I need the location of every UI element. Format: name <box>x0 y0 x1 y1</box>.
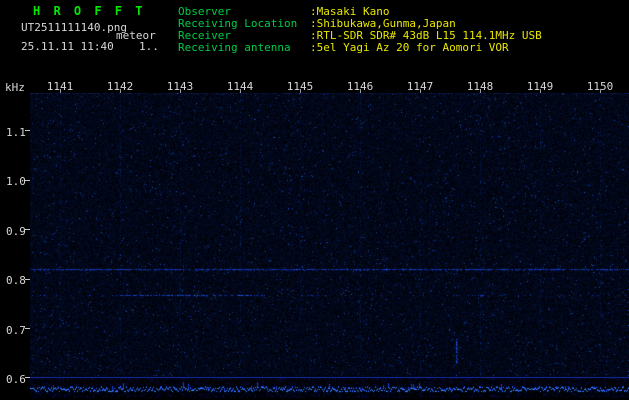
antenna-label: Receiving antenna <box>178 41 291 54</box>
app-title: H R O F F T <box>33 4 146 18</box>
y-tick-label: 1.0 <box>6 175 26 188</box>
antenna-row: Receiving antenna :5el Yagi Az 20 for Aom… <box>178 42 542 54</box>
frame-count: 1.. <box>139 40 159 53</box>
y-tick-label: 0.9 <box>6 225 26 238</box>
y-tick-label: 0.8 <box>6 274 26 287</box>
hrofft-window: H R O F F T UT2511111140.png meteor 25.1… <box>0 0 629 400</box>
y-tick-label: 0.6 <box>6 373 26 386</box>
observer-info-block: Observer:Masaki Kano Receiving Location:… <box>178 6 542 54</box>
observation-datetime: 25.11.11 11:40 <box>21 40 114 53</box>
y-tick-label: 0.7 <box>6 324 26 337</box>
antenna-value: :5el Yagi Az 20 for Aomori VOR <box>310 41 509 54</box>
y-tick-label: 1.1 <box>6 126 26 139</box>
y-axis-unit-label: kHz <box>5 81 25 94</box>
spectrogram-canvas <box>30 93 629 398</box>
output-filename: UT2511111140.png <box>21 21 127 34</box>
